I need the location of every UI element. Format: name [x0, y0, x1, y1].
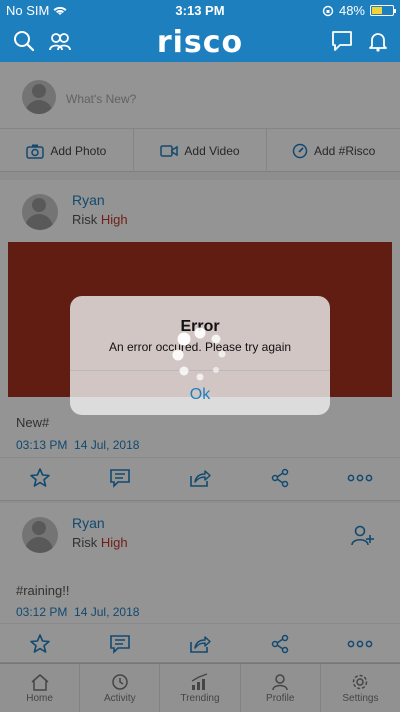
- app-header: risco: [0, 20, 400, 62]
- loading-spinner-icon: [172, 327, 226, 381]
- chat-icon[interactable]: [330, 29, 354, 53]
- bell-icon[interactable]: [366, 29, 390, 53]
- status-bar: No SIM 3:13 PM 48%: [0, 0, 400, 20]
- battery-percent: 48%: [338, 3, 365, 18]
- ok-button[interactable]: Ok: [70, 386, 330, 404]
- battery-icon: [370, 5, 396, 16]
- rotation-lock-icon: [322, 5, 334, 16]
